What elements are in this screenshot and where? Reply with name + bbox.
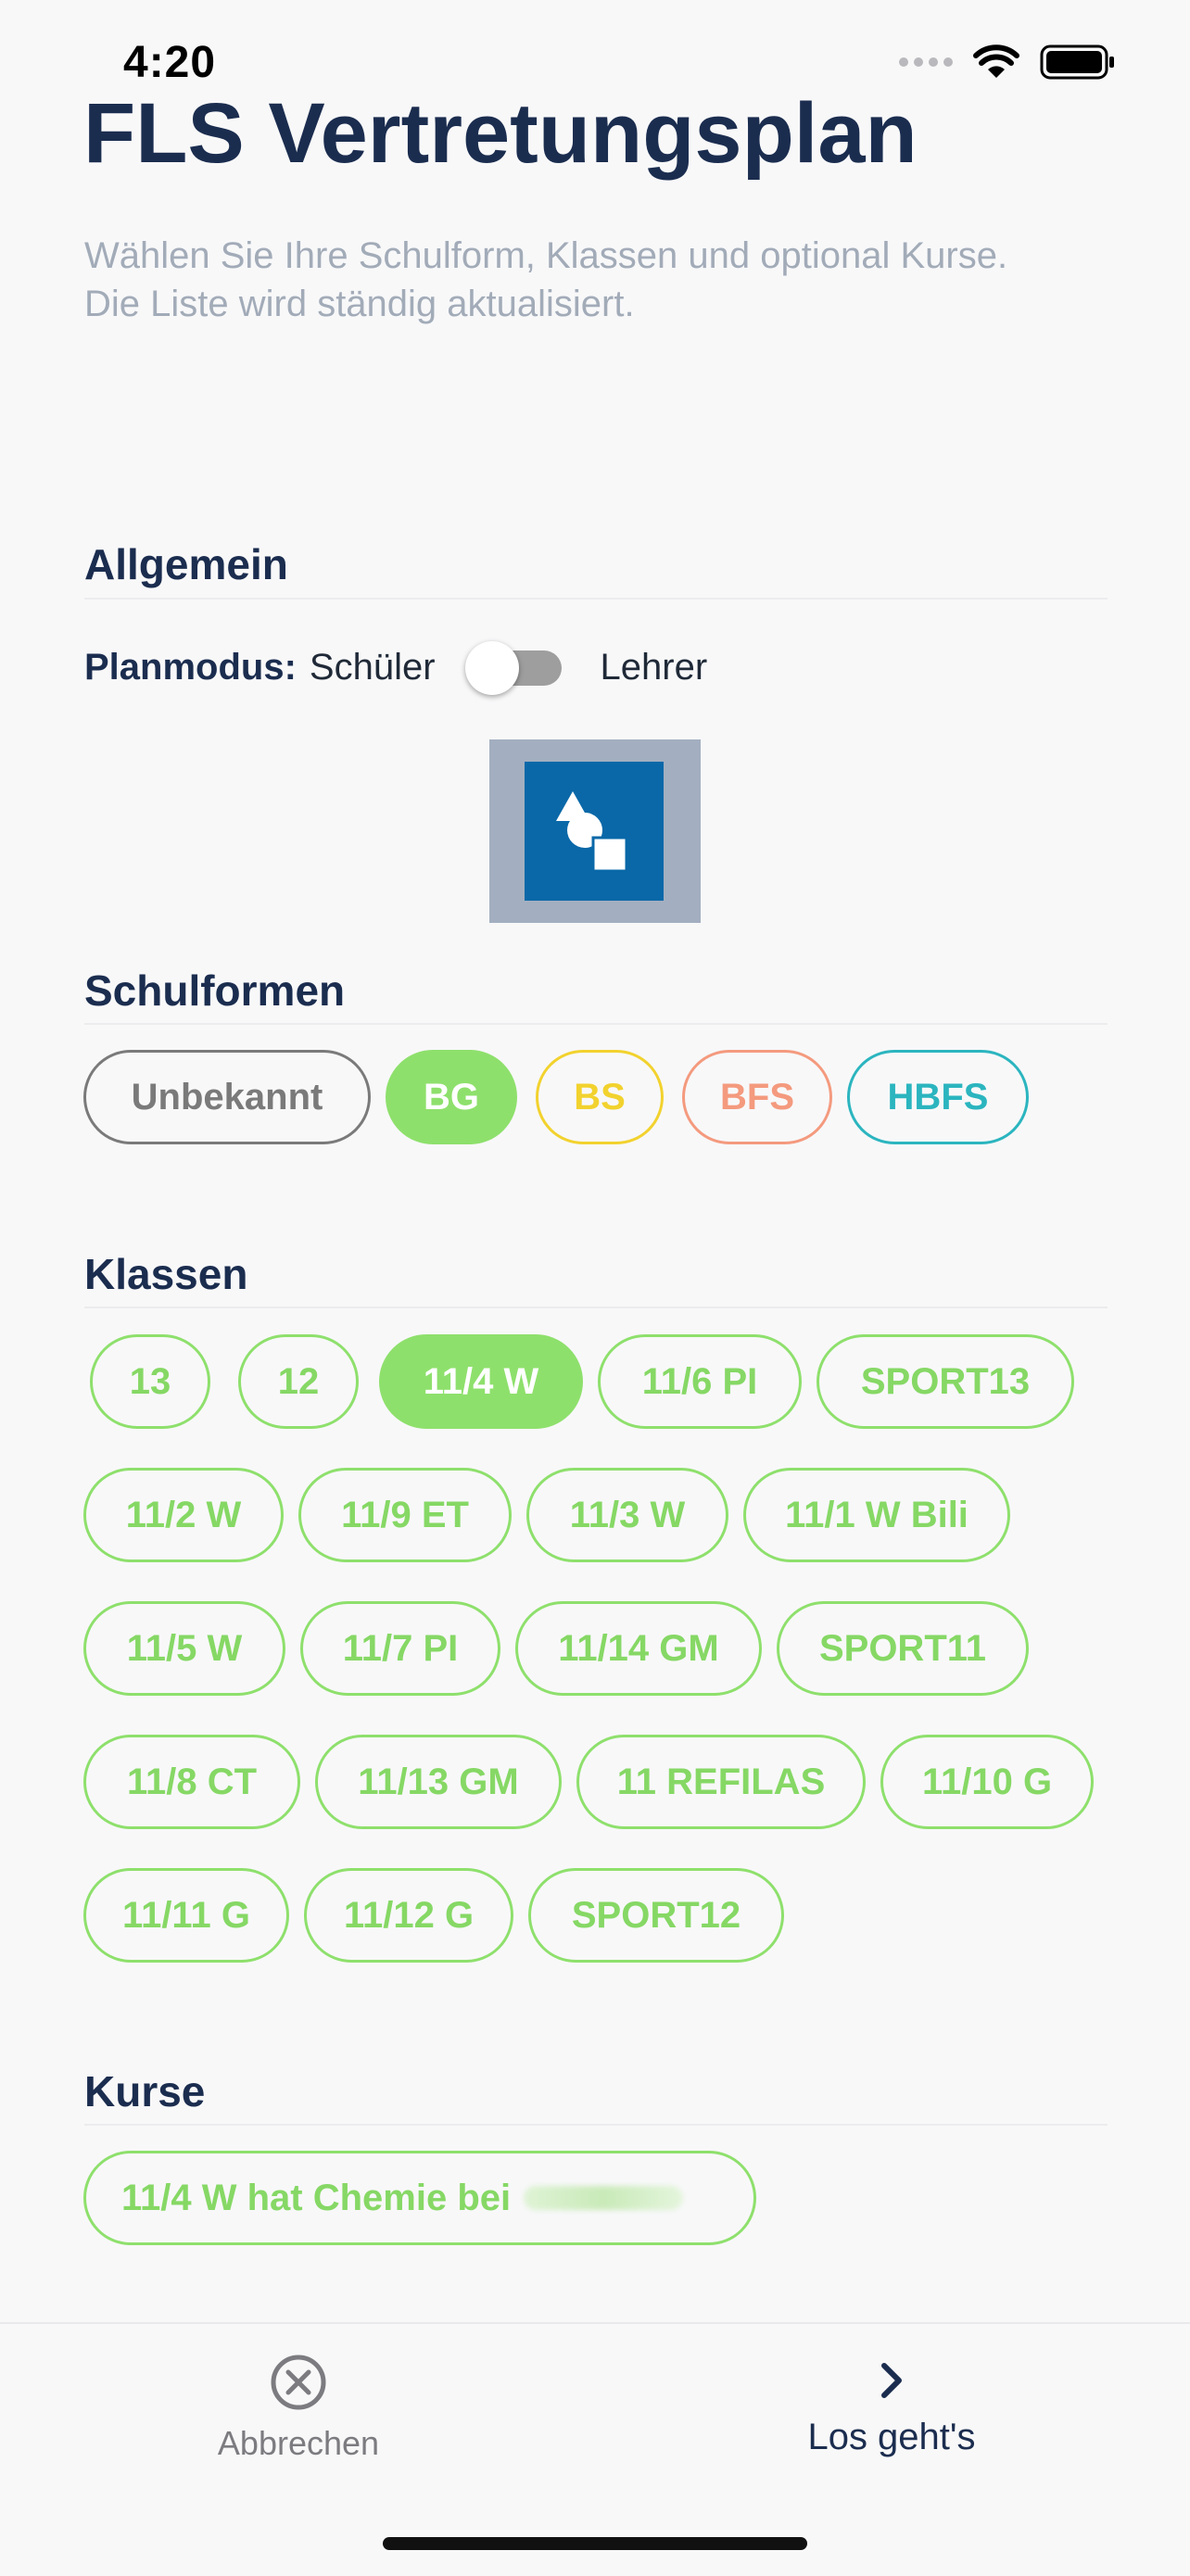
klassen-row-1: 13 12 11/4 W 11/6 PI SPORT13 bbox=[90, 1334, 1074, 1429]
section-divider bbox=[84, 1023, 1108, 1025]
planmodus-row: Planmodus: Schüler Lehrer bbox=[84, 640, 708, 695]
chip-klasse[interactable]: 11/4 W bbox=[379, 1334, 583, 1429]
chip-klasse[interactable]: 11/9 ET bbox=[298, 1468, 512, 1562]
klassen-row-5: 11/11 G 11/12 G SPORT12 bbox=[83, 1868, 784, 1963]
chip-schulform-bfs[interactable]: BFS bbox=[682, 1050, 832, 1144]
planmodus-toggle[interactable] bbox=[464, 640, 562, 695]
kurs-label: 11/4 W hat Chemie bei bbox=[121, 2177, 512, 2218]
section-divider bbox=[84, 598, 1108, 600]
go-button[interactable]: Los geht's bbox=[780, 2359, 1003, 2458]
section-title-kurse: Kurse bbox=[84, 2067, 206, 2115]
chip-klasse[interactable]: 11/6 PI bbox=[598, 1334, 802, 1429]
chip-klasse[interactable]: 11/13 GM bbox=[315, 1735, 562, 1829]
klassen-row-4: 11/8 CT 11/13 GM 11 REFILAS 11/10 G bbox=[83, 1735, 1094, 1829]
chip-schulform-unbekannt[interactable]: Unbekannt bbox=[83, 1050, 371, 1144]
subtitle-line-1: Wählen Sie Ihre Schulform, Klassen und o… bbox=[84, 235, 1008, 276]
chip-klasse[interactable]: 11/7 PI bbox=[300, 1601, 500, 1696]
section-title-schulformen: Schulformen bbox=[84, 966, 346, 1015]
section-title-klassen: Klassen bbox=[84, 1250, 248, 1298]
chip-klasse[interactable]: 11/12 G bbox=[304, 1868, 513, 1963]
chip-klasse[interactable]: SPORT13 bbox=[817, 1334, 1074, 1429]
klassen-row-2: 11/2 W 11/9 ET 11/3 W 11/1 W Bili bbox=[83, 1468, 1010, 1562]
chip-schulform-bg[interactable]: BG bbox=[386, 1050, 517, 1144]
close-circle-icon bbox=[271, 2355, 326, 2410]
schulformen-chips: Unbekannt BG BS BFS HBFS bbox=[83, 1050, 1029, 1144]
chip-klasse[interactable]: 11/8 CT bbox=[83, 1735, 300, 1829]
section-divider bbox=[84, 2124, 1108, 2126]
cancel-button[interactable]: Abbrechen bbox=[185, 2354, 411, 2463]
chip-klasse[interactable]: SPORT11 bbox=[777, 1601, 1029, 1696]
section-title-allgemein: Allgemein bbox=[84, 540, 288, 588]
chip-klasse[interactable]: 11/10 G bbox=[880, 1735, 1094, 1829]
page-subtitle: Wählen Sie Ihre Schulform, Klassen und o… bbox=[84, 232, 1122, 328]
page-title: FLS Vertretungsplan bbox=[83, 86, 918, 181]
chip-klasse[interactable]: 11 REFILAS bbox=[576, 1735, 866, 1829]
chip-klasse[interactable]: 11/3 W bbox=[526, 1468, 728, 1562]
home-indicator bbox=[383, 2537, 807, 2550]
chip-klasse[interactable]: 11/11 G bbox=[83, 1868, 289, 1963]
mode-option-schueler: Schüler bbox=[309, 647, 436, 688]
chip-klasse[interactable]: SPORT12 bbox=[528, 1868, 784, 1963]
chip-klasse[interactable]: 11/2 W bbox=[83, 1468, 284, 1562]
battery-icon bbox=[1040, 44, 1114, 80]
teacher-name-redacted bbox=[524, 2186, 684, 2210]
shapes-illustration bbox=[489, 739, 701, 923]
chevron-right-icon bbox=[881, 2363, 902, 2398]
chip-kurs[interactable]: 11/4 W hat Chemie bei bbox=[83, 2151, 756, 2245]
status-time: 4:20 bbox=[123, 38, 217, 87]
mode-option-lehrer: Lehrer bbox=[600, 647, 708, 688]
chip-klasse[interactable]: 11/5 W bbox=[83, 1601, 285, 1696]
section-divider bbox=[84, 1307, 1108, 1308]
chip-schulform-hbfs[interactable]: HBFS bbox=[847, 1050, 1029, 1144]
toggle-knob bbox=[464, 640, 519, 695]
chip-schulform-bs[interactable]: BS bbox=[536, 1050, 664, 1144]
chip-klasse[interactable]: 11/14 GM bbox=[515, 1601, 762, 1696]
go-label: Los geht's bbox=[807, 2417, 976, 2457]
planmodus-label: Planmodus: bbox=[84, 647, 297, 688]
wifi-icon bbox=[973, 44, 1019, 78]
signal-dots-icon bbox=[899, 57, 953, 67]
klassen-row-3: 11/5 W 11/7 PI 11/14 GM SPORT11 bbox=[83, 1601, 1029, 1696]
shapes-icon bbox=[556, 791, 628, 873]
cancel-label: Abbrechen bbox=[217, 2424, 380, 2462]
chip-klasse[interactable]: 12 bbox=[238, 1334, 359, 1429]
chip-klasse[interactable]: 11/1 W Bili bbox=[743, 1468, 1010, 1562]
chip-klasse[interactable]: 13 bbox=[90, 1334, 210, 1429]
status-icons bbox=[899, 44, 1116, 80]
subtitle-line-2: Die Liste wird ständig aktualisiert. bbox=[84, 284, 635, 324]
